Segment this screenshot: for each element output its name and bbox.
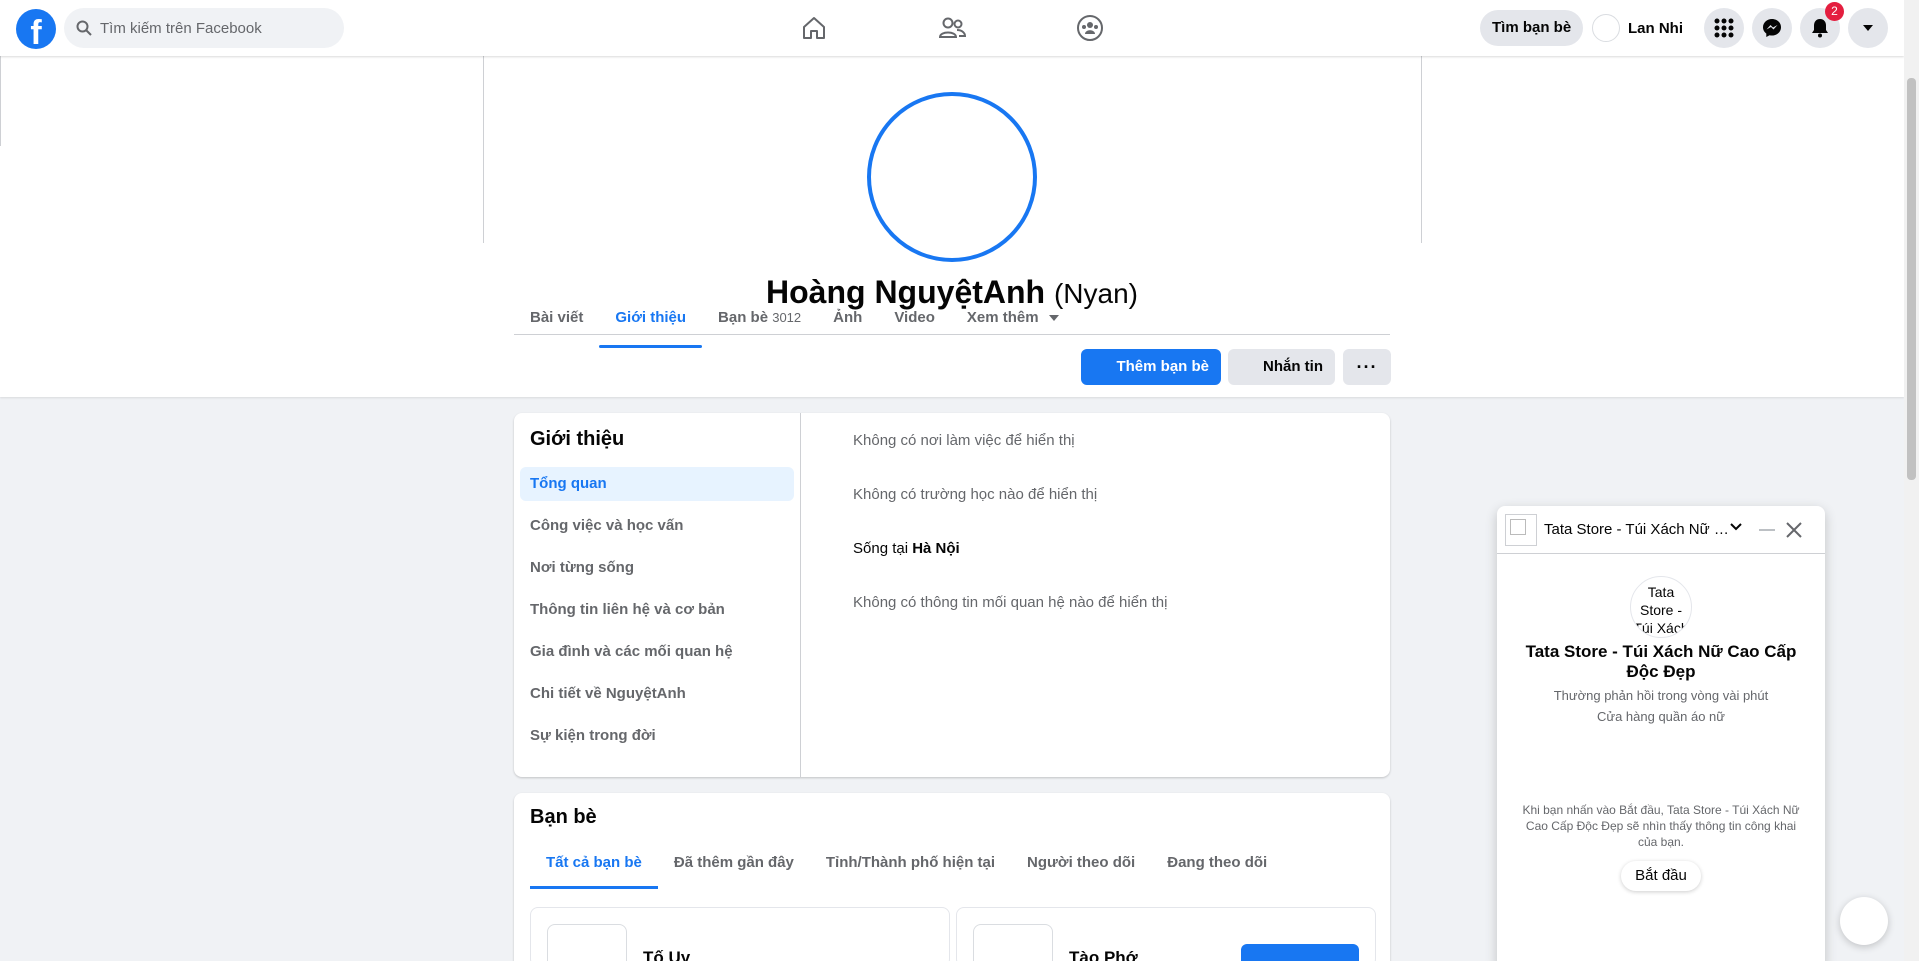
groups-icon[interactable]	[1074, 12, 1106, 44]
about-nav-details[interactable]: Chi tiết về NguyệtAnh	[520, 677, 794, 711]
search-icon	[76, 20, 92, 36]
chat-page-thumbnail	[1505, 514, 1537, 546]
cover-right-edge	[1421, 56, 1422, 243]
tab-more[interactable]: Xem thêm	[951, 294, 1075, 342]
friends-tabs: Tất cả bạn bè Đã thêm gần đây Tỉnh/Thành…	[514, 839, 1283, 889]
cover-edge	[0, 56, 1, 146]
friend-action-button[interactable]	[1241, 944, 1359, 961]
friends-icon[interactable]	[936, 12, 968, 44]
tab-following[interactable]: Đang theo dõi	[1151, 839, 1283, 887]
friend-name[interactable]: Tào Phớ	[1069, 948, 1138, 961]
friend-name[interactable]: Tố Uy	[643, 948, 690, 961]
about-nav-work-education[interactable]: Công việc và học vấn	[520, 509, 794, 543]
about-lives-text: Sống tại Hà Nội	[853, 540, 960, 557]
tab-recently-added[interactable]: Đã thêm gần đây	[658, 839, 810, 887]
chat-title[interactable]: Tata Store - Túi Xách Nữ Cao Cấp Độc Đẹp	[1544, 521, 1729, 538]
chevron-down-icon[interactable]	[1730, 523, 1742, 531]
avatar	[1592, 14, 1620, 42]
lives-city-link[interactable]: Hà Nội	[912, 540, 960, 557]
new-message-button[interactable]	[1840, 897, 1888, 945]
tab-all-friends[interactable]: Tất cả bạn bè	[530, 839, 658, 889]
add-friend-button[interactable]: Thêm bạn bè	[1081, 349, 1221, 385]
user-name: Lan Nhi	[1628, 19, 1683, 37]
about-relationship-text: Không có thông tin mối quan hệ nào để hi…	[853, 594, 1168, 611]
about-title: Giới thiệu	[530, 428, 625, 450]
chat-privacy-notice: Khi bạn nhấn vào Bắt đầu, Tata Store - T…	[1522, 803, 1800, 849]
about-nav-life-events[interactable]: Sự kiện trong đời	[520, 719, 794, 753]
notifications-button[interactable]: 2	[1800, 2, 1844, 48]
about-nav-places-lived[interactable]: Nơi từng sống	[520, 551, 794, 585]
chat-page-category: Cửa hàng quần áo nữ	[1596, 709, 1725, 724]
profile-picture[interactable]	[867, 92, 1037, 262]
tab-followers[interactable]: Người theo dõi	[1011, 839, 1151, 887]
scrollbar-thumb[interactable]	[1907, 78, 1916, 480]
chat-window: Tata Store - Túi Xách Nữ Cao Cấp Độc Đẹp…	[1497, 506, 1825, 961]
messenger-button[interactable]	[1752, 8, 1792, 48]
tab-about[interactable]: Giới thiệu	[599, 294, 702, 348]
about-navigation: Giới thiệu Tổng quan Công việc và học vấ…	[514, 413, 801, 777]
message-button[interactable]: Nhắn tin	[1228, 349, 1335, 385]
about-nav-overview[interactable]: Tổng quan	[520, 467, 794, 501]
friends-title: Bạn bè	[530, 806, 597, 828]
scrollbar[interactable]	[1904, 0, 1919, 961]
profile-header: Hoàng NguyệtAnh (Nyan)	[0, 56, 1904, 397]
tab-photos[interactable]: Ảnh	[817, 294, 878, 342]
friend-photo[interactable]	[973, 924, 1053, 961]
tab-friends-label: Bạn bè	[718, 309, 769, 326]
chat-response-time: Thường phản hồi trong vòng vài phút	[1553, 688, 1769, 703]
more-options-button[interactable]: ···	[1343, 349, 1391, 385]
search-box[interactable]	[64, 8, 344, 48]
cover-left-edge	[483, 56, 484, 243]
about-nav-family-relationships[interactable]: Gia đình và các mối quan hệ	[520, 635, 794, 669]
close-icon	[1786, 522, 1802, 538]
chat-header[interactable]: Tata Store - Túi Xách Nữ Cao Cấp Độc Đẹp	[1497, 506, 1825, 554]
friend-card[interactable]: Tố Uy	[530, 907, 950, 961]
tab-posts[interactable]: Bài viết	[514, 294, 599, 342]
search-input[interactable]	[100, 19, 320, 37]
friends-card: Bạn bè Tất cả bạn bè Đã thêm gần đây Tỉn…	[514, 793, 1390, 961]
notification-badge: 2	[1825, 2, 1844, 21]
about-work-text: Không có nơi làm việc để hiển thị	[853, 432, 1075, 449]
start-chat-button[interactable]: Bắt đầu	[1621, 861, 1701, 891]
lives-prefix: Sống tại	[853, 540, 913, 557]
tab-videos[interactable]: Video	[878, 294, 951, 342]
top-navigation-bar: f Tìm bạn bè Lan Nhi 2	[0, 0, 1904, 56]
about-nav-contact-info[interactable]: Thông tin liên hệ và cơ bản	[520, 593, 794, 627]
find-friends-button[interactable]: Tìm bạn bè	[1480, 10, 1584, 46]
messenger-icon	[1763, 19, 1781, 37]
account-button[interactable]	[1848, 8, 1888, 48]
chat-page-name: Tata Store - Túi Xách Nữ Cao Cấp Độc Đẹp	[1525, 642, 1797, 681]
user-profile-link[interactable]: Lan Nhi	[1592, 10, 1683, 46]
tab-current-city[interactable]: Tỉnh/Thành phố hiện tại	[810, 839, 1011, 887]
home-icon[interactable]	[798, 12, 830, 44]
menu-button[interactable]	[1704, 8, 1744, 48]
facebook-logo[interactable]: f	[16, 9, 56, 49]
friend-card[interactable]: Tào Phớ	[956, 907, 1376, 961]
tab-friends[interactable]: Bạn bè 3012	[702, 294, 817, 342]
minimize-icon	[1759, 529, 1775, 531]
bell-icon	[1812, 19, 1828, 38]
caret-down-icon	[1863, 25, 1873, 31]
chat-page-logo: Tata Store - Túi Xách	[1630, 576, 1692, 638]
friends-count: 3012	[772, 310, 802, 325]
close-button[interactable]	[1784, 520, 1804, 540]
about-school-text: Không có trường học nào để hiển thị	[853, 486, 1098, 503]
caret-down-icon	[1048, 315, 1059, 322]
minimize-button[interactable]	[1757, 520, 1777, 540]
tab-more-label: Xem thêm	[966, 309, 1039, 326]
grid-icon	[1714, 18, 1734, 38]
profile-tabs: Bài viết Giới thiệu Bạn bè 3012 Ảnh Vide…	[514, 294, 1075, 348]
about-card: Giới thiệu Tổng quan Công việc và học vấ…	[514, 413, 1390, 777]
friend-photo[interactable]	[547, 924, 627, 961]
